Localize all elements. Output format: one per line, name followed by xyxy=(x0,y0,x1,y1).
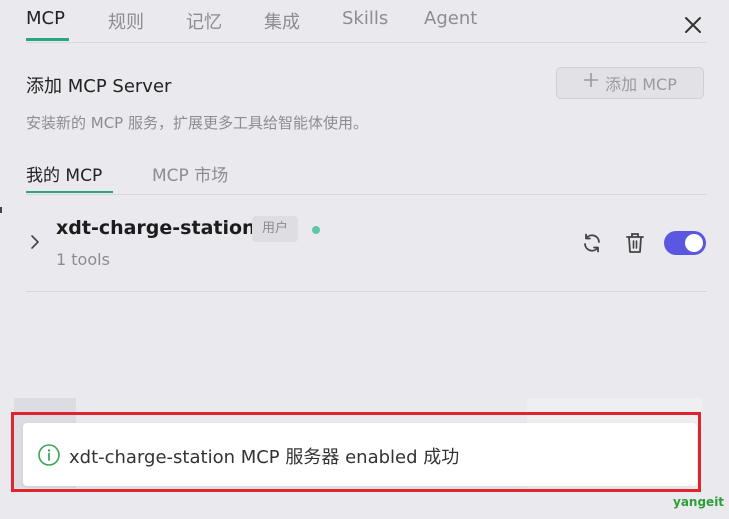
edge-mark xyxy=(0,207,2,213)
refresh-icon xyxy=(584,233,600,253)
server-status-dot xyxy=(312,226,320,234)
tab-agent[interactable]: Agent xyxy=(424,8,477,29)
top-tab-bar: MCP 规则 记忆 集成 Skills Agent xyxy=(26,0,707,43)
add-mcp-title: 添加 MCP Server xyxy=(26,76,172,97)
server-scope-badge: 用户 xyxy=(252,216,299,242)
sub-tab-bar: 我的 MCP MCP 市场 xyxy=(26,150,707,195)
tab-skills[interactable]: Skills xyxy=(342,8,388,29)
close-button[interactable] xyxy=(680,12,706,38)
active-sub-tab-indicator xyxy=(26,191,113,193)
server-enable-toggle[interactable] xyxy=(664,231,706,255)
tab-mcp-market[interactable]: MCP 市场 xyxy=(152,161,228,186)
active-tab-indicator xyxy=(26,38,69,41)
refresh-button[interactable] xyxy=(580,231,604,255)
watermark: yangeit xyxy=(673,495,725,509)
trash-icon xyxy=(626,233,644,253)
add-mcp-button-label: 添加 MCP xyxy=(605,75,677,94)
close-icon xyxy=(685,17,701,33)
delete-button[interactable] xyxy=(624,231,646,255)
tab-my-mcp[interactable]: 我的 MCP xyxy=(26,161,102,186)
toggle-knob xyxy=(685,234,703,252)
add-mcp-description: 安装新的 MCP 服务，扩展更多工具给智能体使用。 xyxy=(26,114,368,132)
tab-mcp[interactable]: MCP xyxy=(26,8,65,29)
server-row: xdt-charge-station 用户 1 tools xyxy=(26,195,707,292)
plus-icon xyxy=(583,71,599,93)
chevron-right-icon xyxy=(31,235,39,249)
tab-integrations[interactable]: 集成 xyxy=(264,8,300,34)
mcp-settings-panel: MCP 规则 记忆 集成 Skills Agent 添加 MCP Server … xyxy=(0,0,729,519)
expand-chevron-button[interactable] xyxy=(28,233,42,251)
toast-highlight-box xyxy=(11,412,701,492)
server-name: xdt-charge-station xyxy=(56,217,256,239)
tab-rules[interactable]: 规则 xyxy=(108,8,144,34)
add-mcp-button[interactable]: 添加 MCP xyxy=(556,67,704,99)
tab-memory[interactable]: 记忆 xyxy=(186,8,222,34)
server-tools-count: 1 tools xyxy=(56,250,110,269)
